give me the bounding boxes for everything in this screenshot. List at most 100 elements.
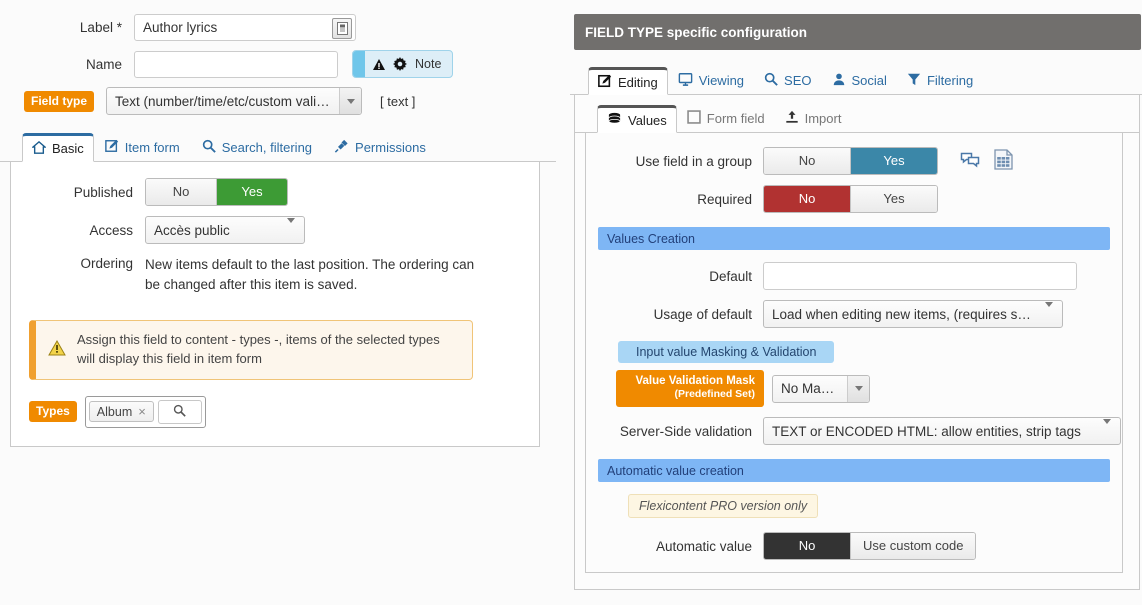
access-select[interactable]: Accès public: [145, 216, 305, 244]
label-input-wrap: [134, 14, 356, 41]
field-type-select[interactable]: Text (number/time/etc/custom validation): [106, 87, 362, 115]
tab-basic-label: Basic: [52, 141, 84, 156]
label-row: Label *: [0, 14, 556, 41]
page-root: Label * Name: [0, 0, 1142, 605]
type-chip-label: Album: [96, 404, 133, 419]
checkbox-icon: [687, 110, 701, 127]
validation-mask-value: No Masking: [781, 381, 847, 396]
config-tabbar: Editing Viewing SEO Social Filtering: [570, 66, 1142, 95]
label-input[interactable]: [134, 14, 356, 41]
config-header: FIELD TYPE specific configuration: [574, 14, 1141, 50]
tab-seo-label: SEO: [784, 73, 812, 88]
user-icon: [832, 72, 846, 89]
tab-item-form[interactable]: Item form: [94, 133, 191, 161]
use-field-group-toggle[interactable]: No Yes: [763, 147, 938, 175]
subtab-values[interactable]: Values: [597, 105, 677, 133]
tab-editing-label: Editing: [618, 74, 658, 90]
usage-of-default-row: Usage of default Load when editing new i…: [586, 300, 1122, 328]
server-validation-label: Server-Side validation: [619, 423, 752, 439]
close-icon[interactable]: ×: [138, 404, 146, 419]
published-row: Published No Yes: [11, 178, 525, 206]
home-icon: [31, 140, 47, 157]
tab-social[interactable]: Social: [822, 67, 897, 94]
basic-panel: Published No Yes Access Accès public Ord…: [10, 162, 540, 447]
tab-viewing[interactable]: Viewing: [668, 67, 754, 94]
types-row: Types Album ×: [29, 395, 525, 428]
pro-note-wrap: Flexicontent PRO version only: [586, 494, 1122, 526]
chevron-down-icon: [847, 375, 869, 402]
warning-icon: [48, 340, 66, 359]
use-field-group-icons: [960, 149, 1013, 173]
tab-filtering-label: Filtering: [926, 73, 974, 88]
automatic-value-option-no[interactable]: No: [764, 533, 850, 560]
published-label: Published: [73, 184, 133, 200]
automatic-value-toggle[interactable]: No Use custom code: [763, 532, 977, 561]
name-input[interactable]: [134, 50, 338, 78]
values-panel: Use field in a group No Yes Required No …: [585, 133, 1123, 573]
gear-icon: [393, 57, 407, 71]
validation-mask-tag-line1: Value Validation Mask: [635, 375, 755, 387]
types-tag: Types: [29, 401, 77, 423]
field-type-tag: Field type: [23, 90, 94, 112]
note-button-label: Note: [415, 57, 442, 71]
usage-of-default-value: Load when editing new items, (requires s…: [772, 306, 1045, 322]
types-chipbox[interactable]: Album ×: [84, 395, 206, 428]
note-accent-strip: [353, 51, 365, 77]
server-validation-select[interactable]: TEXT or ENCODED HTML: allow entities, st…: [763, 417, 1121, 446]
required-option-yes[interactable]: Yes: [850, 186, 937, 212]
plug-icon: [334, 139, 349, 156]
use-field-group-option-no[interactable]: No: [764, 148, 850, 174]
required-option-no[interactable]: No: [764, 186, 850, 212]
monitor-icon: [678, 72, 693, 89]
automatic-value-section-title: Automatic value creation: [598, 459, 1110, 483]
access-label: Access: [89, 222, 133, 238]
use-field-group-label: Use field in a group: [635, 153, 752, 169]
automatic-value-option-custom[interactable]: Use custom code: [850, 533, 976, 560]
tab-viewing-label: Viewing: [698, 73, 745, 88]
subtab-import[interactable]: Import: [775, 105, 852, 132]
published-option-no[interactable]: No: [146, 179, 216, 205]
chevron-down-icon: [1103, 418, 1120, 439]
tab-filtering[interactable]: Filtering: [897, 67, 983, 94]
note-button[interactable]: Note: [352, 50, 454, 78]
validation-mask-select[interactable]: No Masking: [772, 374, 870, 403]
tab-search-filtering[interactable]: Search, filtering: [191, 133, 323, 161]
access-row: Access Accès public: [11, 216, 525, 244]
editing-subtabbar: Values Form field Import: [575, 105, 1139, 133]
tab-permissions[interactable]: Permissions: [323, 133, 437, 161]
ordering-row: Ordering New items default to the last p…: [11, 255, 525, 294]
upload-icon: [785, 110, 799, 127]
tab-editing[interactable]: Editing: [588, 67, 668, 95]
automatic-value-label: Automatic value: [655, 538, 752, 554]
database-icon: [607, 112, 622, 129]
default-input[interactable]: [763, 262, 1077, 290]
required-toggle[interactable]: No Yes: [763, 185, 938, 213]
default-row: Default: [586, 262, 1122, 290]
name-row: Name Note: [0, 50, 556, 78]
edit-icon: [598, 74, 612, 91]
masking-subtitle: Input value Masking & Validation: [618, 341, 835, 363]
tab-basic[interactable]: Basic: [22, 133, 94, 162]
subtab-values-label: Values: [628, 112, 667, 128]
assign-warning-box: Assign this field to content - types -, …: [29, 320, 473, 380]
picker-icon[interactable]: [332, 18, 352, 39]
name-field-label: Name: [85, 56, 122, 72]
table-icon[interactable]: [994, 149, 1013, 173]
field-type-config: FIELD TYPE specific configuration Editin…: [570, 0, 1142, 605]
comments-icon[interactable]: [960, 151, 980, 172]
published-toggle[interactable]: No Yes: [145, 178, 288, 206]
subtab-import-label: Import: [804, 111, 842, 126]
usage-of-default-select[interactable]: Load when editing new items, (requires s…: [763, 300, 1063, 328]
subtab-form-field[interactable]: Form field: [677, 105, 775, 132]
types-search-button[interactable]: [157, 399, 202, 424]
field-basic-form: Label * Name: [0, 0, 556, 605]
label-text: Label: [79, 20, 113, 35]
tab-seo[interactable]: SEO: [754, 67, 821, 94]
pro-version-note: Flexicontent PRO version only: [628, 494, 819, 519]
usage-of-default-label: Usage of default: [653, 306, 752, 322]
type-chip-album[interactable]: Album ×: [88, 401, 154, 423]
subtab-form-field-label: Form field: [706, 111, 765, 126]
published-option-yes[interactable]: Yes: [216, 179, 287, 205]
use-field-group-option-yes[interactable]: Yes: [850, 148, 937, 174]
validation-mask-tag: Value Validation Mask (Predefined Set): [616, 370, 764, 408]
